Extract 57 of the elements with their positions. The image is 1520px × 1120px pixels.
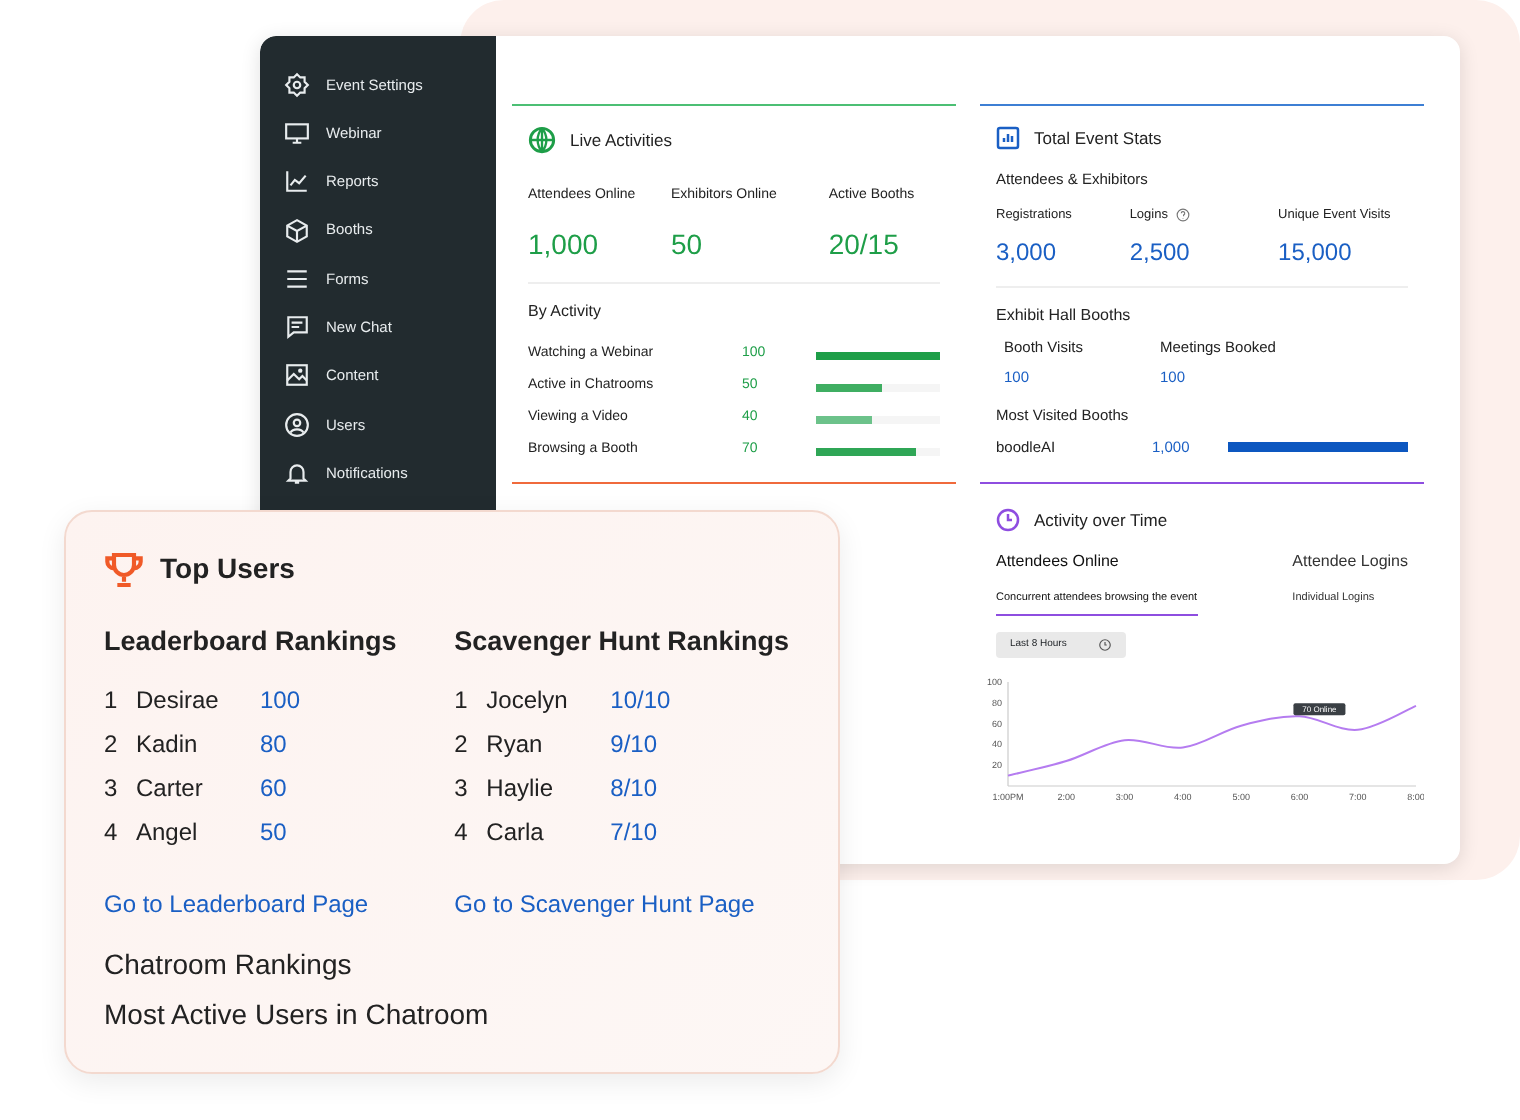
section-title: Chatroom Rankings bbox=[104, 946, 354, 985]
user-name: Kadin bbox=[136, 728, 200, 763]
rank-number: 4 bbox=[104, 816, 120, 851]
monitor-icon bbox=[284, 119, 310, 146]
stat-value: 15,000 bbox=[1278, 235, 1354, 270]
section-subtitle: Most Active Users in Chatroom bbox=[104, 996, 491, 1035]
user-icon bbox=[284, 411, 310, 438]
bar-chart-icon bbox=[996, 126, 1020, 151]
section-title: By Activity bbox=[528, 299, 603, 323]
cube-icon bbox=[284, 217, 310, 244]
help-icon bbox=[1175, 208, 1190, 223]
section-title: Scavenger Hunt Rankings bbox=[454, 624, 791, 660]
stat-value: 20/15 bbox=[828, 225, 901, 263]
globe-icon bbox=[528, 126, 556, 154]
user-name: Desirae bbox=[136, 684, 221, 719]
list-icon bbox=[284, 265, 310, 292]
section-title: Exhibit Hall Booths bbox=[996, 303, 1133, 328]
rank-number: 1 bbox=[454, 684, 470, 719]
trophy-icon bbox=[104, 549, 144, 589]
panel-title: Live Activities bbox=[570, 127, 673, 153]
clock-icon bbox=[996, 508, 1020, 533]
rank-number: 3 bbox=[104, 772, 120, 807]
stat-value: 2,500 bbox=[1129, 235, 1192, 270]
rank-number: 2 bbox=[454, 728, 470, 763]
image-icon bbox=[284, 362, 310, 389]
stat-value: 50 bbox=[670, 225, 705, 263]
user-name: Angel bbox=[136, 816, 200, 851]
bell-icon bbox=[284, 460, 310, 487]
user-score: 100 bbox=[260, 684, 301, 719]
rank-number: 1 bbox=[104, 684, 120, 719]
chart-icon bbox=[284, 168, 310, 195]
panel-title: Total Event Stats bbox=[1034, 126, 1162, 152]
gear-icon bbox=[284, 71, 310, 98]
user-name: Carla bbox=[486, 816, 546, 851]
clock-icon bbox=[1098, 638, 1113, 652]
page-link[interactable]: Go to Leaderboard Page bbox=[104, 886, 369, 923]
user-score: 7/10 bbox=[610, 816, 658, 851]
user-name: Haylie bbox=[486, 772, 556, 807]
page-link[interactable]: Go to Scavenger Hunt Page bbox=[454, 886, 755, 923]
rank-number: 2 bbox=[104, 728, 120, 763]
user-score: 50 bbox=[260, 816, 287, 851]
user-score: 10/10 bbox=[610, 684, 671, 719]
stat-value: 1,000 bbox=[528, 225, 601, 263]
rank-number: 4 bbox=[454, 816, 470, 851]
user-score: 8/10 bbox=[610, 772, 658, 807]
chat-icon bbox=[284, 314, 310, 341]
user-score: 9/10 bbox=[610, 728, 658, 763]
stat-value: 3,000 bbox=[996, 235, 1059, 270]
panel-title: Activity over Time bbox=[1034, 508, 1168, 534]
user-score: 80 bbox=[260, 728, 287, 763]
rank-number: 3 bbox=[454, 772, 470, 807]
user-name: Jocelyn bbox=[486, 684, 570, 719]
card-title: Top Users bbox=[160, 550, 295, 588]
user-name: Ryan bbox=[486, 728, 545, 763]
section-title: Leaderboard Rankings bbox=[104, 624, 399, 660]
user-score: 60 bbox=[260, 772, 287, 807]
user-name: Carter bbox=[136, 772, 205, 807]
